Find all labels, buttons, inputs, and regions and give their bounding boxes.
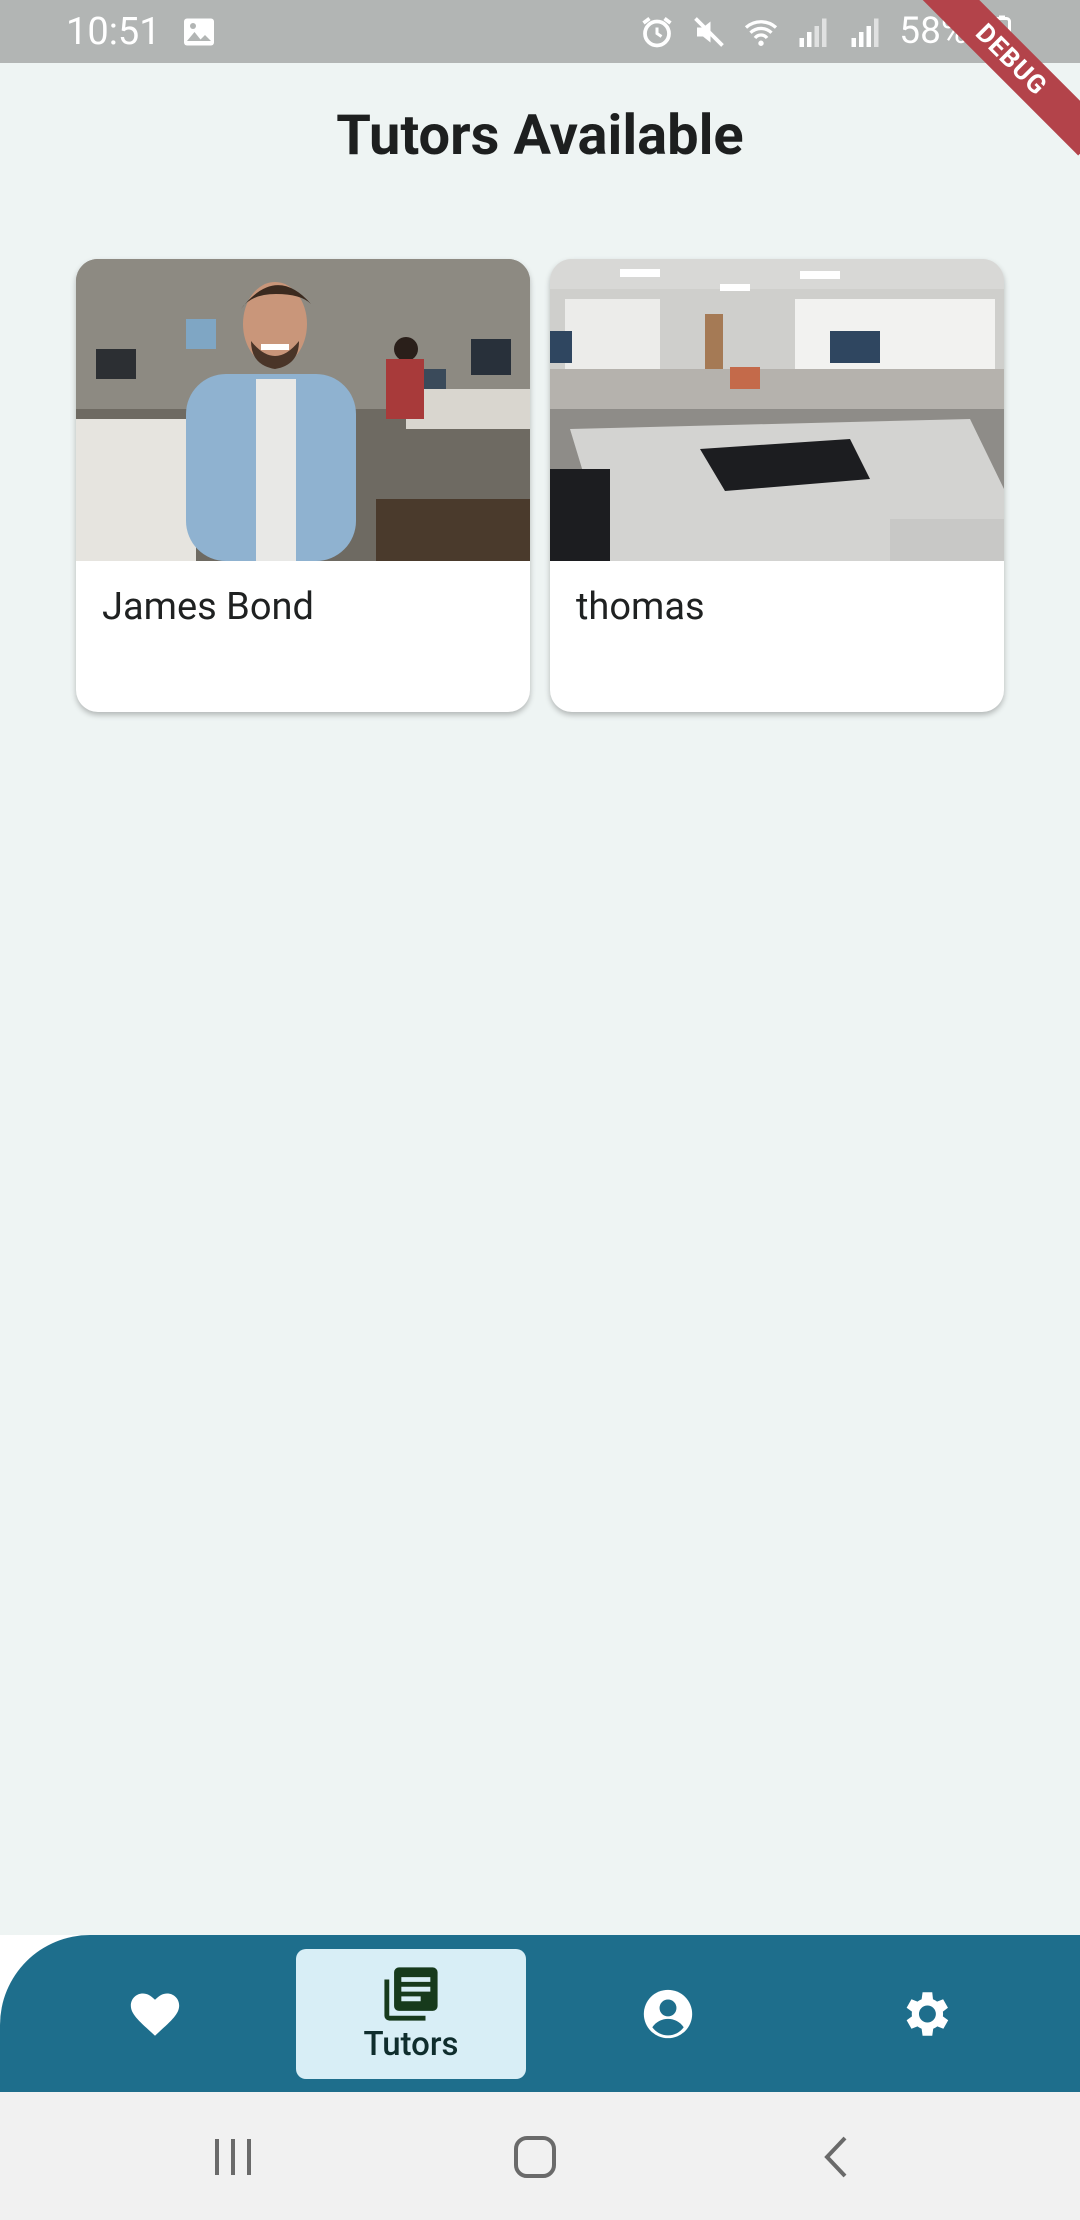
bottom-nav: Tutors <box>0 1935 1080 2092</box>
status-left: 10:51 <box>66 10 217 54</box>
heart-icon <box>130 1993 180 2036</box>
home-icon <box>514 2136 556 2178</box>
status-right: 58% <box>639 10 1020 53</box>
tutor-photo <box>550 259 1004 561</box>
nav-tutors-label: Tutors <box>363 2024 459 2064</box>
wifi-icon <box>743 14 779 50</box>
system-nav-bar <box>0 2092 1080 2220</box>
home-button[interactable] <box>500 2122 570 2192</box>
signal-icon <box>795 14 831 50</box>
nav-favorites[interactable] <box>60 1949 250 2079</box>
tutor-photo <box>76 259 530 561</box>
nav-profile[interactable] <box>573 1949 763 2079</box>
status-bar: 10:51 58% <box>0 0 1080 63</box>
tutor-name: thomas <box>576 585 705 629</box>
nav-settings[interactable] <box>830 1949 1020 2079</box>
mute-icon <box>691 14 727 50</box>
battery-percent: 58% <box>899 10 968 53</box>
account-icon <box>643 1989 693 2039</box>
alarm-icon <box>639 14 675 50</box>
page-title: Tutors Available <box>336 102 744 168</box>
tutor-card[interactable]: James Bond <box>76 259 530 712</box>
nav-tutors[interactable]: Tutors <box>296 1949 526 2079</box>
recents-button[interactable] <box>198 2122 268 2192</box>
recents-icon <box>215 2139 251 2175</box>
image-icon <box>181 14 217 50</box>
battery-icon <box>984 14 1020 50</box>
signal-icon <box>847 14 883 50</box>
status-time: 10:51 <box>66 9 161 54</box>
book-icon <box>384 1966 438 2021</box>
back-icon <box>824 2136 847 2178</box>
tutor-name: James Bond <box>102 585 314 629</box>
gear-icon <box>906 1992 949 2036</box>
back-button[interactable] <box>802 2122 872 2192</box>
tutor-card[interactable]: thomas <box>550 259 1004 712</box>
screen: 10:51 58% DEBUG Tutors Available James B… <box>0 0 1080 2220</box>
